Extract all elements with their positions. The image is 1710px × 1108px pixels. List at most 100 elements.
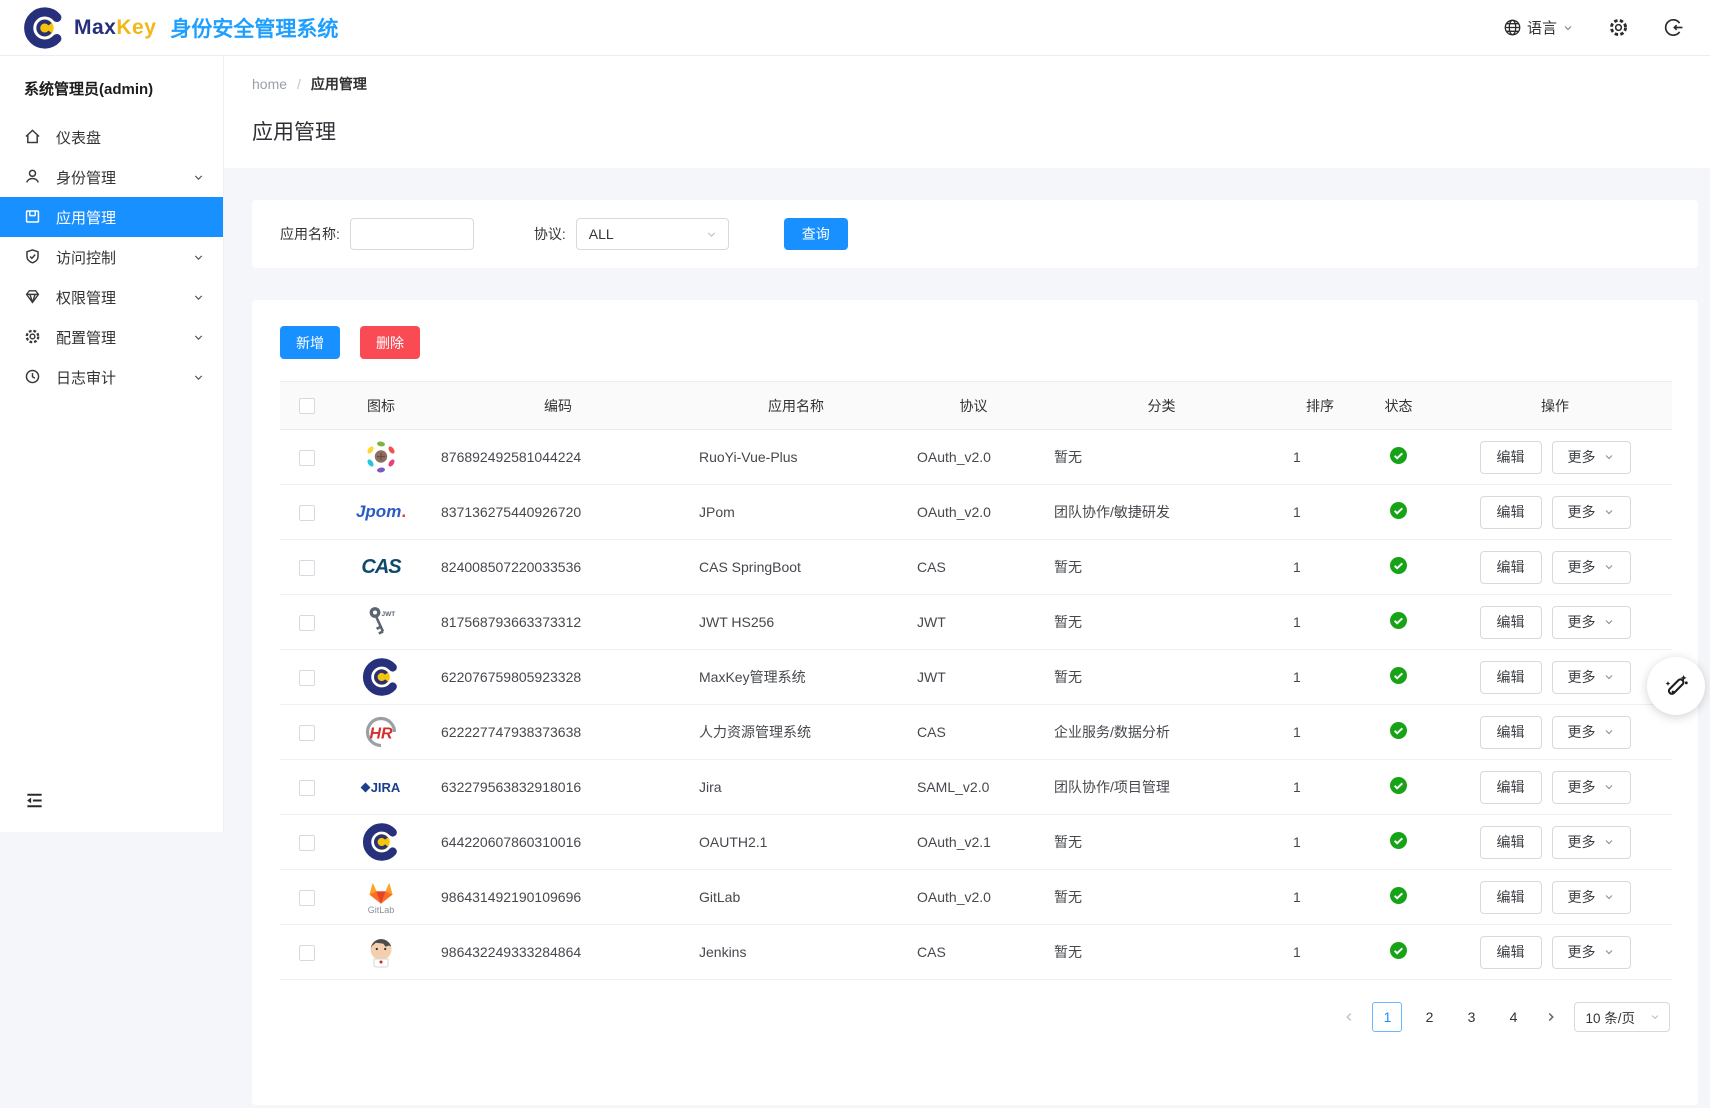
row-checkbox[interactable] <box>299 615 315 631</box>
sidebar-item-user[interactable]: 身份管理 <box>0 157 223 197</box>
row-checkbox[interactable] <box>299 835 315 851</box>
language-label: 语言 <box>1527 17 1557 38</box>
sidebar-item-clock[interactable]: 日志审计 <box>0 357 223 397</box>
app-code: 837136275440926720 <box>441 504 581 520</box>
app-name-label: 应用名称: <box>280 224 340 244</box>
row-checkbox[interactable] <box>299 945 315 961</box>
app-code: 876892492581044224 <box>441 449 581 465</box>
logout-icon[interactable] <box>1663 17 1684 38</box>
menu-fold-icon[interactable] <box>24 790 45 814</box>
chevron-down-icon <box>1603 506 1615 518</box>
app-category: 暂无 <box>1054 889 1082 905</box>
select-all-checkbox[interactable] <box>299 398 315 414</box>
more-button-label: 更多 <box>1568 557 1596 577</box>
chevron-down-icon <box>705 228 718 241</box>
sidebar-item-label: 仪表盘 <box>56 127 192 148</box>
column-header-icon: 图标 <box>333 382 429 430</box>
filter-panel: 应用名称: 协议: ALL 查询 <box>252 200 1698 268</box>
more-button[interactable]: 更多 <box>1552 716 1631 749</box>
gear-icon <box>24 328 42 346</box>
delete-button[interactable]: 删除 <box>360 326 420 359</box>
more-button[interactable]: 更多 <box>1552 936 1631 969</box>
edit-button[interactable]: 编辑 <box>1480 881 1542 914</box>
chevron-down-icon <box>1603 781 1615 793</box>
app-protocol: CAS <box>917 724 946 740</box>
edit-button[interactable]: 编辑 <box>1480 661 1542 694</box>
magic-wand-icon <box>1659 669 1693 703</box>
app-protocol: OAuth_v2.1 <box>917 834 991 850</box>
add-button[interactable]: 新增 <box>280 326 340 359</box>
app-code: 622227747938373638 <box>441 724 581 740</box>
more-button-label: 更多 <box>1568 942 1596 962</box>
more-button[interactable]: 更多 <box>1552 661 1631 694</box>
row-checkbox[interactable] <box>299 890 315 906</box>
page-number-1[interactable]: 1 <box>1372 1002 1402 1032</box>
sidebar-item-badge[interactable]: 权限管理 <box>0 277 223 317</box>
sidebar: 系统管理员(admin) 仪表盘 身份管理 应用管理 访问控制 权限管理 <box>0 56 224 832</box>
status-enabled-icon <box>1390 447 1407 464</box>
app-category: 暂无 <box>1054 449 1082 465</box>
more-button-label: 更多 <box>1568 832 1596 852</box>
page-title: 应用管理 <box>252 116 1710 146</box>
protocol-select[interactable]: ALL <box>576 218 729 250</box>
column-header-category: 分类 <box>1042 382 1281 430</box>
column-header-name: 应用名称 <box>687 382 905 430</box>
next-page-icon[interactable] <box>1544 1010 1558 1024</box>
sidebar-item-shield[interactable]: 访问控制 <box>0 237 223 277</box>
edit-button[interactable]: 编辑 <box>1480 826 1542 859</box>
row-checkbox[interactable] <box>299 505 315 521</box>
page-number-3[interactable]: 3 <box>1456 1002 1486 1032</box>
edit-button[interactable]: 编辑 <box>1480 496 1542 529</box>
sidebar-item-app[interactable]: 应用管理 <box>0 197 223 237</box>
app-code: 824008507220033536 <box>441 559 581 575</box>
row-checkbox[interactable] <box>299 670 315 686</box>
page-size-value: 10 条/页 <box>1585 1007 1635 1027</box>
sidebar-item-home[interactable]: 仪表盘 <box>0 117 223 157</box>
app-name: GitLab <box>699 889 740 905</box>
query-button[interactable]: 查询 <box>784 218 848 250</box>
edit-button[interactable]: 编辑 <box>1480 441 1542 474</box>
column-header-sort: 排序 <box>1281 382 1359 430</box>
app-protocol: SAML_v2.0 <box>917 779 989 795</box>
magic-wand-fab[interactable] <box>1647 657 1705 715</box>
language-switcher[interactable]: 语言 <box>1503 17 1574 38</box>
app-code: 644220607860310016 <box>441 834 581 850</box>
more-button[interactable]: 更多 <box>1552 771 1631 804</box>
more-button[interactable]: 更多 <box>1552 496 1631 529</box>
ruoyi-app-icon <box>359 434 403 480</box>
edit-button[interactable]: 编辑 <box>1480 716 1542 749</box>
hr-app-icon: HR <box>359 709 403 755</box>
edit-button[interactable]: 编辑 <box>1480 606 1542 639</box>
sidebar-item-gear[interactable]: 配置管理 <box>0 317 223 357</box>
edit-button[interactable]: 编辑 <box>1480 936 1542 969</box>
chevron-down-icon <box>192 171 205 184</box>
app-name-input[interactable] <box>350 218 474 250</box>
settings-gear-icon[interactable] <box>1608 17 1629 38</box>
more-button[interactable]: 更多 <box>1552 441 1631 474</box>
more-button[interactable]: 更多 <box>1552 826 1631 859</box>
breadcrumb-separator: / <box>297 76 301 92</box>
badge-icon <box>24 288 42 306</box>
page-size-select[interactable]: 10 条/页 <box>1574 1002 1670 1032</box>
row-checkbox[interactable] <box>299 725 315 741</box>
more-button[interactable]: 更多 <box>1552 881 1631 914</box>
row-checkbox[interactable] <box>299 780 315 796</box>
edit-button[interactable]: 编辑 <box>1480 551 1542 584</box>
app-category: 暂无 <box>1054 669 1082 685</box>
app-protocol: OAuth_v2.0 <box>917 889 991 905</box>
edit-button[interactable]: 编辑 <box>1480 771 1542 804</box>
app-sort: 1 <box>1293 779 1301 795</box>
maxkey-app-icon <box>359 819 403 865</box>
row-checkbox[interactable] <box>299 560 315 576</box>
app-sort: 1 <box>1293 889 1301 905</box>
breadcrumb: home / 应用管理 <box>252 74 1710 94</box>
row-checkbox[interactable] <box>299 450 315 466</box>
page-number-4[interactable]: 4 <box>1498 1002 1528 1032</box>
app-category: 团队协作/项目管理 <box>1054 779 1170 795</box>
more-button[interactable]: 更多 <box>1552 551 1631 584</box>
app-category: 团队协作/敏捷研发 <box>1054 504 1170 520</box>
more-button[interactable]: 更多 <box>1552 606 1631 639</box>
breadcrumb-home-link[interactable]: home <box>252 76 287 92</box>
page-number-2[interactable]: 2 <box>1414 1002 1444 1032</box>
prev-page-icon[interactable] <box>1342 1010 1356 1024</box>
